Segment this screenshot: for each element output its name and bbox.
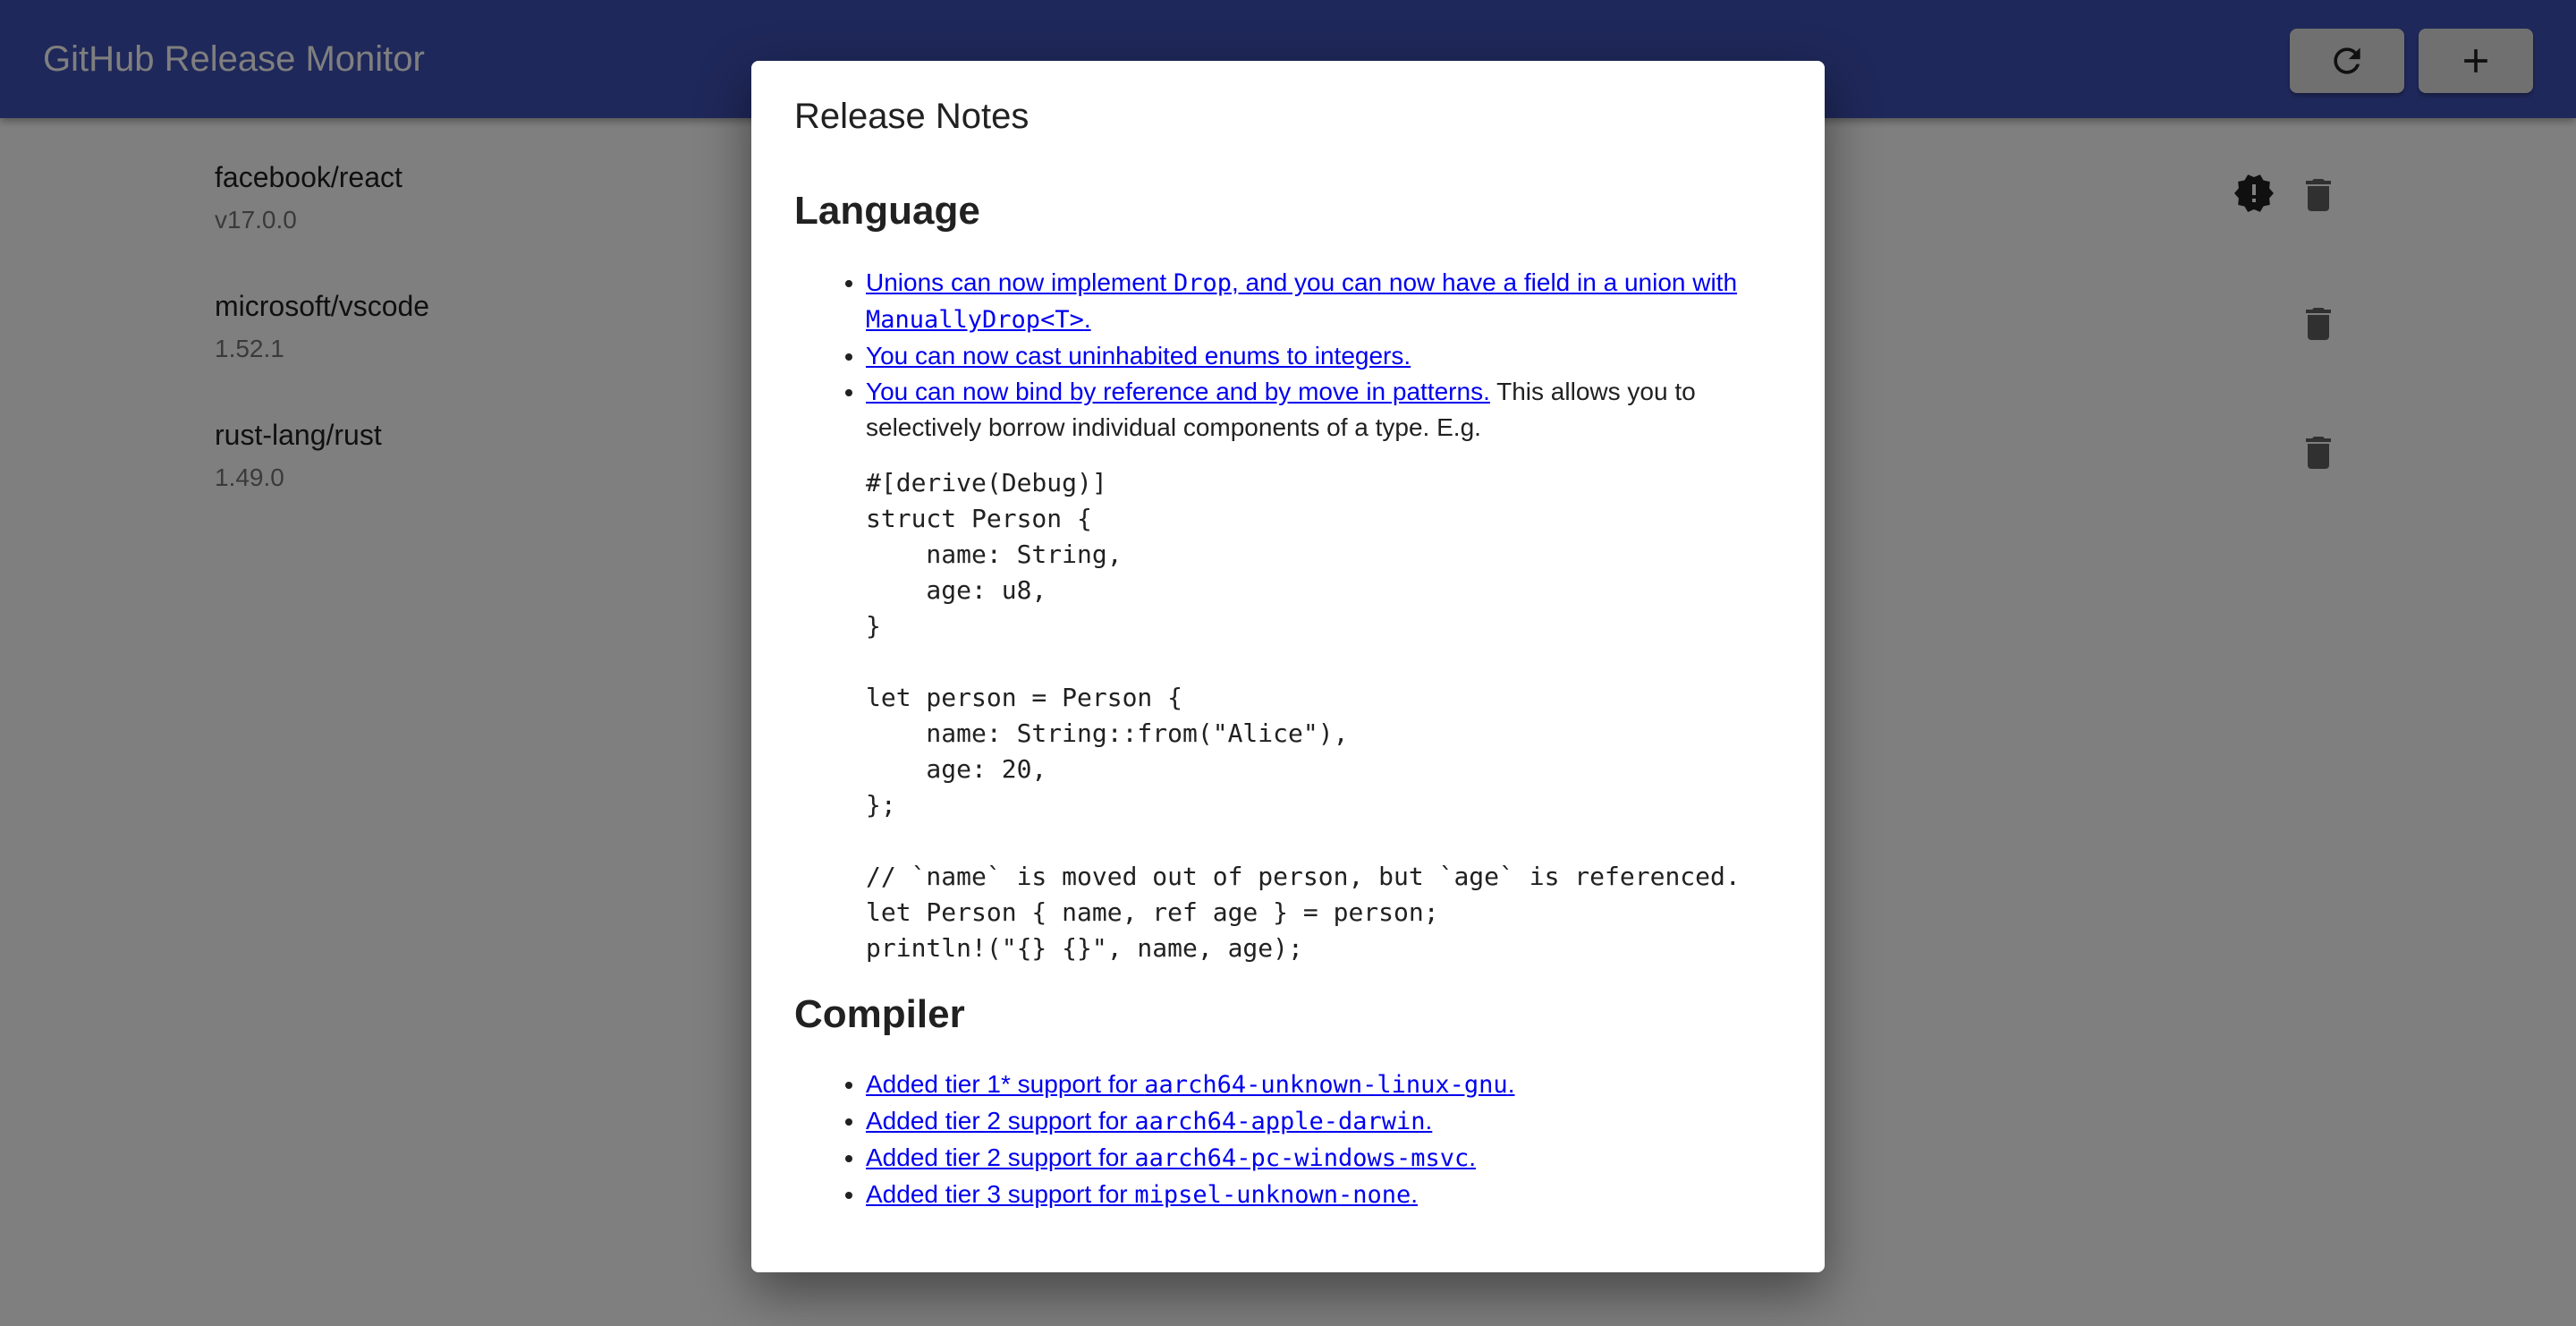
section-heading-compiler: Compiler — [794, 992, 965, 1036]
link-text: . — [1507, 1070, 1515, 1098]
link-text: Added tier 2 support for — [866, 1143, 1135, 1171]
link-text: Added tier 3 support for — [866, 1180, 1135, 1208]
release-note-link[interactable]: Added tier 1* support for aarch64-unknow… — [866, 1070, 1515, 1099]
release-notes-content[interactable]: Language Unions can now implement Drop, … — [794, 186, 1787, 1272]
code-block: #[derive(Debug)] struct Person { name: S… — [866, 468, 1741, 963]
release-note-link[interactable]: Added tier 2 support for aarch64-apple-d… — [866, 1107, 1432, 1135]
link-text: You can now bind by reference and by mov… — [866, 378, 1490, 405]
release-note-link[interactable]: Added tier 3 support for mipsel-unknown-… — [866, 1180, 1419, 1209]
list-item: You can now bind by reference and by mov… — [866, 374, 1787, 966]
list-item: Unions can now implement Drop, and you c… — [866, 265, 1787, 338]
section-heading-language: Language — [794, 189, 980, 233]
link-text: Unions can now implement — [866, 268, 1174, 296]
release-notes-dialog: Release Notes Language Unions can now im… — [751, 61, 1825, 1272]
release-note-link[interactable]: You can now bind by reference and by mov… — [866, 378, 1490, 405]
link-text: You can now cast uninhabited enums to in… — [866, 342, 1411, 370]
inline-code: aarch64-apple-darwin — [1134, 1108, 1426, 1135]
release-note-link[interactable]: You can now cast uninhabited enums to in… — [866, 342, 1411, 370]
release-note-link[interactable]: Unions can now implement Drop, and you c… — [866, 268, 1738, 334]
inline-code: ManuallyDrop<T> — [866, 306, 1084, 334]
list-item: Added tier 2 support for aarch64-pc-wind… — [866, 1140, 1787, 1177]
release-note-link[interactable]: Added tier 2 support for aarch64-pc-wind… — [866, 1143, 1477, 1172]
inline-code: aarch64-unknown-linux-gnu — [1144, 1071, 1508, 1099]
dialog-title: Release Notes — [794, 97, 1030, 136]
list-item: Added tier 2 support for aarch64-apple-d… — [866, 1103, 1787, 1140]
link-text: Added tier 2 support for — [866, 1107, 1135, 1135]
list-item: Added tier 3 support for mipsel-unknown-… — [866, 1177, 1787, 1213]
link-text: , and you can now have a field in a unio… — [1231, 268, 1738, 296]
inline-code: mipsel-unknown-none — [1134, 1181, 1411, 1209]
link-text: . — [1425, 1107, 1433, 1135]
language-list: Unions can now implement Drop, and you c… — [794, 265, 1787, 966]
link-text: . — [1083, 305, 1091, 333]
compiler-list: Added tier 1* support for aarch64-unknow… — [794, 1067, 1787, 1213]
link-text: Added tier 1* support for — [866, 1070, 1145, 1098]
list-item: You can now cast uninhabited enums to in… — [866, 338, 1787, 374]
link-text: . — [1469, 1143, 1477, 1171]
inline-code: Drop — [1173, 269, 1232, 297]
inline-code: aarch64-pc-windows-msvc — [1134, 1144, 1470, 1172]
link-text: . — [1411, 1180, 1419, 1208]
list-item: Added tier 1* support for aarch64-unknow… — [866, 1067, 1787, 1103]
